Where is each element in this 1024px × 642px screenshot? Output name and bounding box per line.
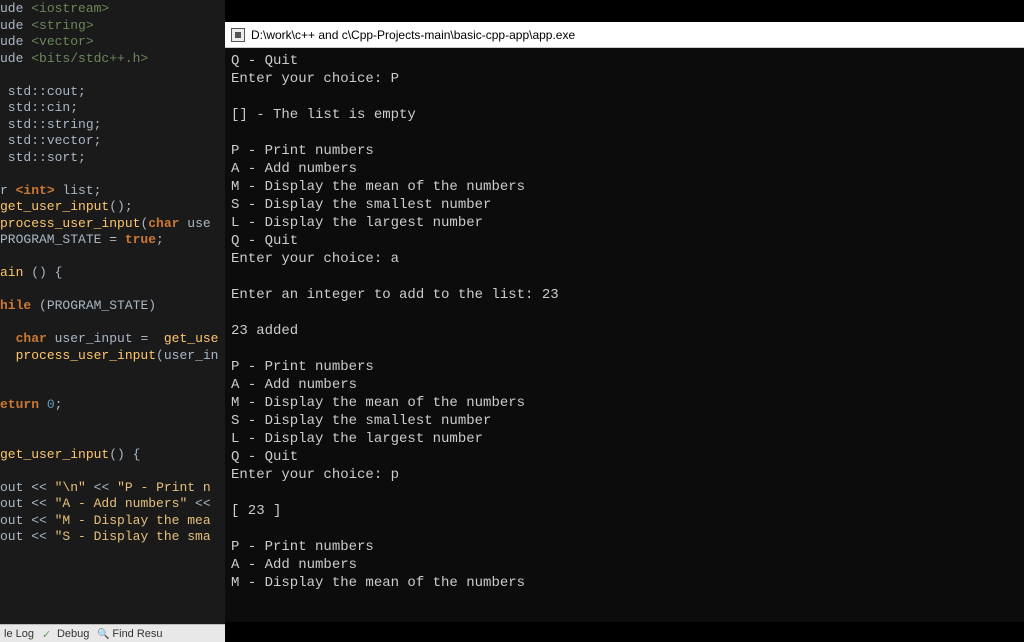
code-line[interactable]: std::cout; [0, 84, 225, 101]
bottombar-log-label: le Log [4, 628, 34, 640]
code-line[interactable]: ude <vector> [0, 34, 225, 51]
code-line[interactable]: char user_input = get_use [0, 331, 225, 348]
console-window: D:\work\c++ and c\Cpp-Projects-main\basi… [225, 22, 1024, 622]
code-line[interactable] [0, 166, 225, 183]
code-line[interactable]: std::vector; [0, 133, 225, 150]
app-icon [231, 28, 245, 42]
code-line[interactable] [0, 414, 225, 431]
bottombar-log-tab[interactable]: le Log [0, 628, 38, 640]
code-line[interactable]: out << "M - Display the mea [0, 513, 225, 530]
code-line[interactable] [0, 282, 225, 299]
code-line[interactable]: eturn 0; [0, 397, 225, 414]
code-line[interactable]: std::cin; [0, 100, 225, 117]
bottombar-find-tab[interactable]: Find Resu [93, 628, 166, 640]
bottombar-debug-tab[interactable]: Debug [38, 628, 93, 640]
code-line[interactable]: ude <iostream> [0, 1, 225, 18]
code-line[interactable]: PROGRAM_STATE = true; [0, 232, 225, 249]
code-line[interactable]: std::string; [0, 117, 225, 134]
code-line[interactable]: std::sort; [0, 150, 225, 167]
code-line[interactable] [0, 463, 225, 480]
code-line[interactable]: out << "A - Add numbers" << [0, 496, 225, 513]
search-icon [97, 628, 109, 640]
ide-bottom-bar: le Log Debug Find Resu [0, 624, 225, 642]
code-line[interactable]: ude <bits/stdc++.h> [0, 51, 225, 68]
code-line[interactable]: ain () { [0, 265, 225, 282]
code-line[interactable]: process_user_input(char use [0, 216, 225, 233]
code-line[interactable]: process_user_input(user_in [0, 348, 225, 365]
code-line[interactable]: get_user_input() { [0, 447, 225, 464]
console-output[interactable]: Q - Quit Enter your choice: P [] - The l… [225, 48, 1024, 596]
code-line[interactable] [0, 430, 225, 447]
bottombar-debug-label: Debug [57, 628, 89, 640]
check-icon [42, 628, 54, 640]
code-line[interactable]: ude <string> [0, 18, 225, 35]
code-line[interactable] [0, 67, 225, 84]
code-line[interactable]: out << "S - Display the sma [0, 529, 225, 546]
code-line[interactable] [0, 364, 225, 381]
code-line[interactable]: r <int> list; [0, 183, 225, 200]
code-line[interactable]: get_user_input(); [0, 199, 225, 216]
console-titlebar[interactable]: D:\work\c++ and c\Cpp-Projects-main\basi… [225, 22, 1024, 48]
console-title: D:\work\c++ and c\Cpp-Projects-main\basi… [251, 28, 575, 42]
code-line[interactable] [0, 315, 225, 332]
code-line[interactable] [0, 249, 225, 266]
code-editor-panel[interactable]: ude <iostream>ude <string>ude <vector>ud… [0, 0, 225, 624]
code-line[interactable]: out << "\n" << "P - Print n [0, 480, 225, 497]
bottombar-find-label: Find Resu [112, 628, 162, 640]
code-line[interactable]: hile (PROGRAM_STATE) [0, 298, 225, 315]
code-line[interactable] [0, 381, 225, 398]
